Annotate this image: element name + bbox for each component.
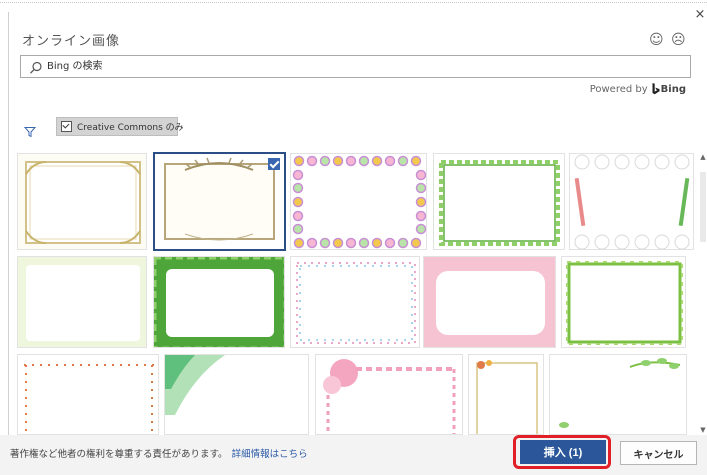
result-thumbnail-selected[interactable] — [153, 152, 286, 251]
result-thumbnail[interactable] — [17, 354, 159, 435]
result-thumbnail[interactable] — [468, 354, 544, 435]
powered-by-text: Powered by — [589, 83, 648, 95]
result-thumbnail[interactable] — [569, 153, 694, 250]
bing-logo: Bing — [652, 83, 686, 95]
result-thumbnail[interactable] — [549, 354, 687, 435]
top-edge — [0, 0, 707, 4]
close-icon[interactable]: × — [694, 8, 706, 22]
image-results-grid — [17, 152, 698, 435]
scroll-down-arrow-icon[interactable]: ▼ — [699, 425, 707, 435]
scroll-up-arrow-icon[interactable]: ▲ — [699, 152, 707, 162]
smiley-face-icon[interactable]: ☺ — [649, 33, 664, 47]
dialog-left-border — [8, 12, 9, 449]
result-thumbnail[interactable] — [17, 153, 147, 250]
result-thumbnail[interactable] — [17, 256, 147, 348]
result-thumbnail[interactable] — [315, 354, 463, 435]
result-thumbnail[interactable] — [290, 256, 420, 348]
bing-brand-text: Bing — [660, 83, 686, 95]
dots-frame-svg — [291, 154, 426, 249]
creative-commons-label: Creative Commons のみ — [77, 123, 184, 133]
checkbox-checked-icon[interactable] — [61, 121, 72, 132]
result-thumbnail[interactable] — [164, 354, 309, 435]
filter-icon[interactable] — [23, 123, 37, 138]
copyright-notice-text: 著作権など他者の権利を尊重する責任があります。 — [10, 449, 228, 460]
search-box[interactable] — [20, 55, 691, 78]
frowning-face-icon[interactable]: ☹ — [671, 33, 686, 47]
result-thumbnail[interactable] — [433, 153, 565, 250]
bing-b-icon — [652, 83, 660, 95]
dialog-footer: 著作権など他者の権利を尊重する責任があります。 詳細情報はこちら 挿入 (1) キ… — [0, 435, 707, 475]
learn-more-link[interactable]: 詳細情報はこちら — [232, 449, 308, 460]
selected-check-icon — [268, 158, 280, 170]
result-thumbnail[interactable] — [153, 256, 285, 348]
cancel-button[interactable]: キャンセル — [620, 441, 697, 465]
copyright-notice: 著作権など他者の権利を尊重する責任があります。 詳細情報はこちら — [10, 446, 308, 460]
dialog-title: オンライン画像 — [22, 34, 121, 49]
vertical-scrollbar[interactable]: ▲ ▼ — [699, 152, 707, 435]
result-thumbnail[interactable] — [290, 153, 427, 250]
powered-by-bing: Powered by Bing — [590, 83, 686, 95]
result-thumbnail[interactable] — [423, 256, 556, 348]
result-thumbnail[interactable] — [561, 256, 686, 348]
scrollbar-thumb[interactable] — [700, 172, 706, 242]
search-input[interactable] — [47, 56, 647, 77]
insert-button[interactable]: 挿入 (1) — [520, 440, 606, 464]
creative-commons-filter-chip[interactable]: Creative Commons のみ — [56, 117, 184, 136]
search-icon — [29, 60, 43, 74]
